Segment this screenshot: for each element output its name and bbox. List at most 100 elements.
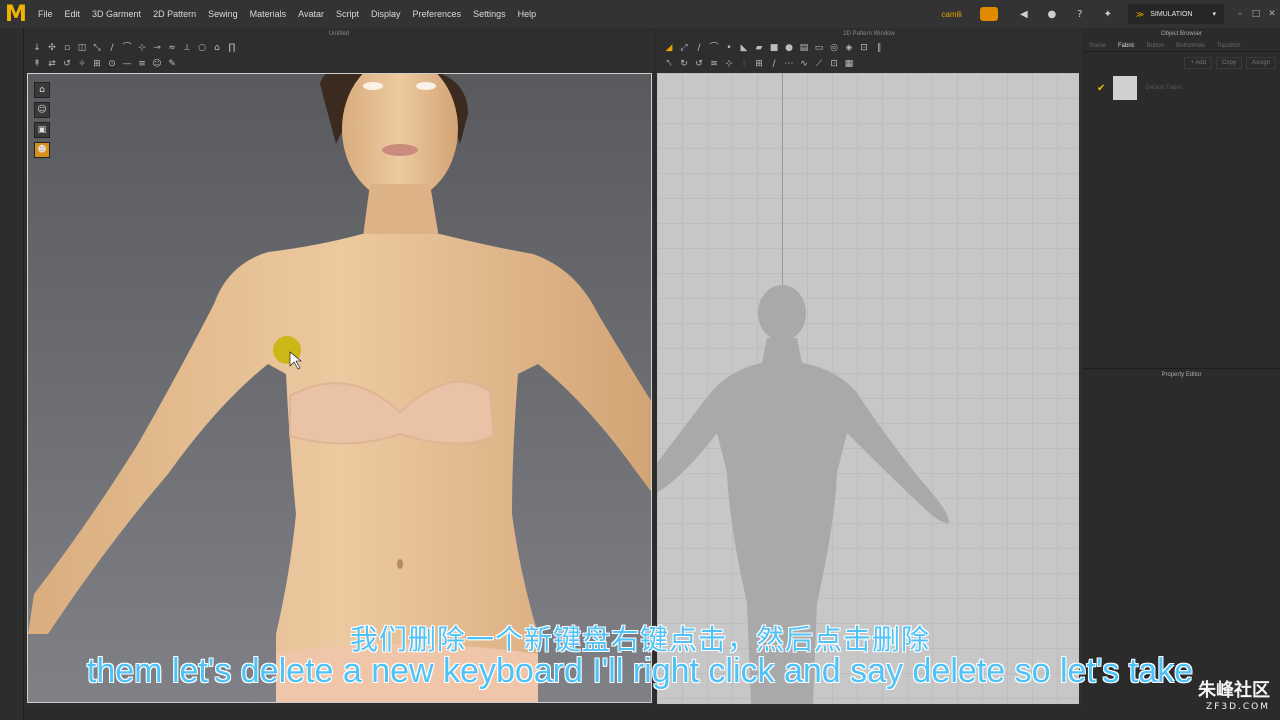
grain-icon[interactable]: ∥ — [874, 43, 884, 53]
pin-tool-icon[interactable]: ⊹ — [137, 43, 147, 53]
pin-2d-icon[interactable]: ⊹ — [724, 59, 734, 69]
fold-line-icon[interactable]: ⋯ — [784, 59, 794, 69]
3d-viewport[interactable]: ⌂ ☺ ▣ ☻ — [27, 73, 652, 703]
2d-pattern-canvas[interactable] — [657, 73, 1079, 704]
avatar-tool-icon[interactable]: ☺ — [152, 59, 162, 69]
chevron-up-icon: ≫ — [1135, 9, 1145, 19]
reset-tool-icon[interactable]: ↺ — [62, 59, 72, 69]
flip-tool-icon[interactable]: ⇄ — [47, 59, 57, 69]
menu-3d-garment[interactable]: 3D Garment — [86, 0, 147, 28]
trace-icon[interactable]: ⊡ — [859, 43, 869, 53]
arrange-tool-icon[interactable]: ↟ — [32, 59, 42, 69]
menu-script[interactable]: Script — [330, 0, 365, 28]
menu-bar: M File Edit 3D Garment 2D Pattern Sewing… — [0, 0, 1280, 28]
tab-topstitch[interactable]: Topstitch — [1211, 43, 1247, 49]
highlight-tool-icon[interactable]: ✧ — [77, 59, 87, 69]
fabric-view-icon[interactable]: ▣ — [34, 122, 50, 138]
transform-icon[interactable]: ◫ — [77, 43, 87, 53]
avatar-silhouette — [657, 285, 949, 704]
menu-file[interactable]: File — [32, 0, 59, 28]
transform-pattern-icon[interactable]: ⤢ — [679, 43, 689, 53]
annotation-icon[interactable]: ⊡ — [829, 59, 839, 69]
wave-icon[interactable]: ∿ — [799, 59, 809, 69]
internal-rect-icon[interactable]: ▭ — [814, 43, 824, 53]
strengthen-tool-icon[interactable]: ⊞ — [92, 59, 102, 69]
menu-edit[interactable]: Edit — [59, 0, 87, 28]
menu-display[interactable]: Display — [365, 0, 407, 28]
circle-icon[interactable]: ● — [784, 43, 794, 53]
user-name[interactable]: camili — [941, 10, 961, 19]
fabric-list-item[interactable]: ✔ Default Fabric — [1083, 74, 1280, 102]
user-icon[interactable]: ● — [1046, 8, 1058, 20]
viewport-tools: ⌂ ☺ ▣ ☻ — [34, 82, 50, 158]
copy-fabric-button[interactable]: Copy — [1215, 57, 1242, 69]
polygon-icon[interactable]: ◣ — [739, 43, 749, 53]
pen-tool-icon[interactable]: ∕ — [107, 43, 117, 53]
add-fabric-button[interactable]: + Add — [1184, 57, 1212, 69]
measure-tool-icon[interactable]: ⟂ — [182, 43, 192, 53]
tuck-icon[interactable]: ≋ — [709, 59, 719, 69]
edit-pattern-icon[interactable]: ◢ — [664, 43, 674, 53]
zipper-tool-icon[interactable]: ≡ — [137, 59, 147, 69]
tab-fabric[interactable]: Fabric — [1112, 43, 1141, 49]
watermark: 朱峰社区 ZF3D.COM — [1198, 676, 1270, 712]
menu-preferences[interactable]: Preferences — [407, 0, 468, 28]
avatar-figure — [28, 74, 651, 702]
pants-tool-icon[interactable]: ∏ — [227, 43, 237, 53]
rectangle-icon[interactable]: ■ — [769, 43, 779, 53]
help-icon[interactable]: ? — [1074, 8, 1086, 20]
symmetry-icon[interactable]: ⫶ — [739, 59, 749, 69]
assign-fabric-button[interactable]: Assign — [1245, 57, 1276, 69]
close-icon[interactable]: ✕ — [1264, 9, 1280, 19]
segment-sewing-icon[interactable]: ⤣ — [664, 59, 674, 69]
garment-view-icon[interactable]: ⌂ — [34, 82, 50, 98]
menu-materials[interactable]: Materials — [244, 0, 293, 28]
strengthen-2d-icon[interactable]: ⊞ — [754, 59, 764, 69]
shirt-tool-icon[interactable]: ⌂ — [212, 43, 222, 53]
maximize-icon[interactable]: □ — [1248, 9, 1264, 19]
steam-tool-icon[interactable]: ≈ — [167, 43, 177, 53]
subtitle-english: them let's delete a new keyboard I'll ri… — [86, 652, 1194, 690]
minimize-icon[interactable]: – — [1232, 9, 1248, 19]
menu-help[interactable]: Help — [512, 0, 543, 28]
cloud-sync-icon[interactable] — [979, 7, 998, 21]
right-panel: Object Browser Scene Fabric Button Butto… — [1083, 28, 1280, 720]
add-point-icon[interactable]: • — [724, 43, 734, 53]
window-3d-title: Untitled — [328, 31, 350, 37]
menu-settings[interactable]: Settings — [467, 0, 512, 28]
button-tool-icon[interactable]: ⊙ — [107, 59, 117, 69]
tab-button[interactable]: Button — [1141, 43, 1170, 49]
edit-sewing-icon[interactable]: ↺ — [694, 59, 704, 69]
sewing-list-icon[interactable]: ▦ — [844, 59, 854, 69]
lasso-tool-icon[interactable]: ○ — [197, 43, 207, 53]
menu-2d-pattern[interactable]: 2D Pattern — [147, 0, 202, 28]
edit-curve-icon[interactable]: ∕ — [694, 43, 704, 53]
mode-label: SIMULATION — [1150, 10, 1193, 18]
tab-buttonhole[interactable]: Buttonhole — [1170, 43, 1211, 49]
dart-icon[interactable]: ◈ — [844, 43, 854, 53]
folder-icon[interactable]: ▰ — [754, 43, 764, 53]
internal-circle-icon[interactable]: ◎ — [829, 43, 839, 53]
free-sewing-icon[interactable]: ↻ — [679, 59, 689, 69]
line-tool-icon[interactable]: — — [122, 59, 132, 69]
move-tool-icon[interactable]: ✣ — [47, 43, 57, 53]
toolbar-2d-row1: ◢ ⤢ ∕ ⌒ • ◣ ▰ ■ ● ▤ ▭ ◎ ◈ ⊡ ∥ — [656, 40, 1082, 56]
internal-polygon-icon[interactable]: ▤ — [799, 43, 809, 53]
speaker-icon[interactable]: ◀ — [1018, 8, 1030, 20]
select-tool-icon[interactable]: ↓ — [32, 43, 42, 53]
curvature-icon[interactable]: ⌒ — [709, 43, 719, 53]
tack-tool-icon[interactable]: ⊸ — [152, 43, 162, 53]
tab-scene[interactable]: Scene — [1083, 43, 1112, 49]
avatar-view-icon[interactable]: ☺ — [34, 102, 50, 118]
topstitch-icon[interactable]: ∕ — [769, 59, 779, 69]
avatar-display-icon[interactable]: ☻ — [34, 142, 50, 158]
mode-select[interactable]: ≫ SIMULATION ▾ — [1127, 4, 1224, 24]
scale-icon[interactable]: ⤡ — [92, 43, 102, 53]
menu-avatar[interactable]: Avatar — [292, 0, 330, 28]
feedback-icon[interactable]: ✦ — [1102, 8, 1114, 20]
brush-tool-icon[interactable]: ✎ — [167, 59, 177, 69]
ruler-icon[interactable]: ⟋ — [814, 59, 824, 69]
menu-sewing[interactable]: Sewing — [202, 0, 244, 28]
fold-tool-icon[interactable]: ⌒ — [122, 43, 132, 53]
box-select-icon[interactable]: ▫ — [62, 43, 72, 53]
